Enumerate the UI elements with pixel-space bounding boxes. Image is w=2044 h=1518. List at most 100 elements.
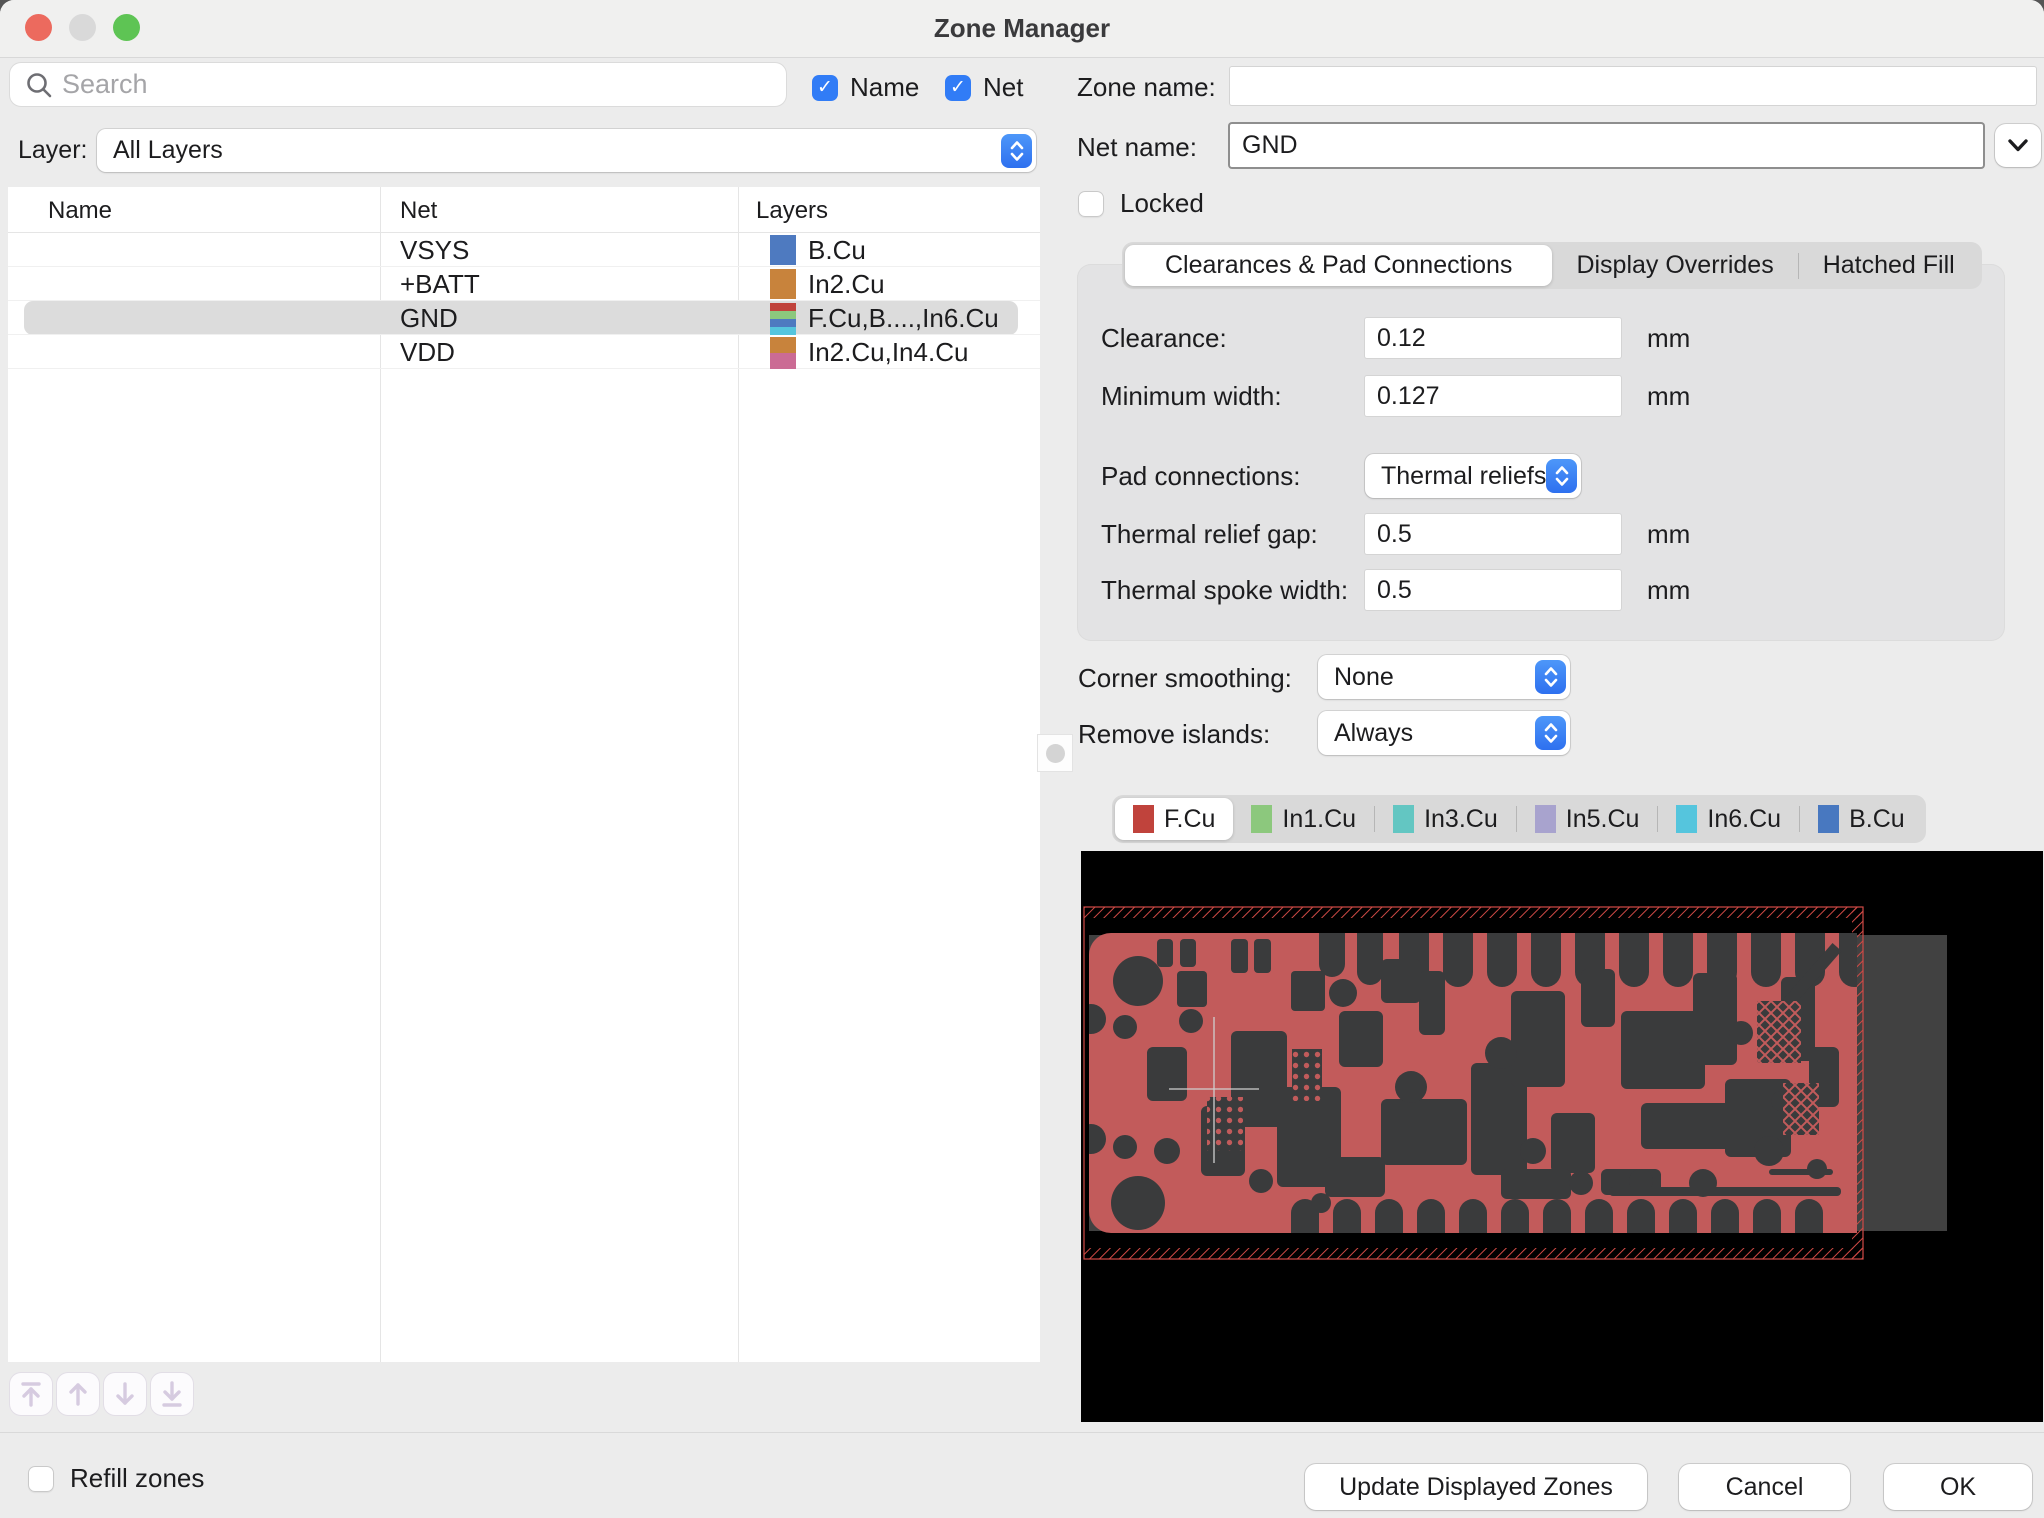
locked-checkbox[interactable] bbox=[1078, 191, 1104, 217]
reorder-toolbar bbox=[10, 1373, 193, 1415]
layer-color-swatch bbox=[770, 235, 796, 265]
stepper-icon bbox=[1535, 716, 1566, 750]
move-up-button[interactable] bbox=[57, 1373, 99, 1415]
layer-chip-in6-cu[interactable]: In6.Cu bbox=[1658, 798, 1799, 840]
zone-list-table: Name Net Layers VSYS B.Cu +BATT In2.CuGNDF.… bbox=[8, 187, 1040, 1362]
search-icon bbox=[24, 70, 54, 100]
thermal-spoke-width-input[interactable] bbox=[1365, 570, 1621, 610]
table-row[interactable]: GNDF.Cu,B....,In6.Cu bbox=[8, 301, 1040, 335]
stepper-icon bbox=[1001, 134, 1032, 168]
pcb-preview-canvas bbox=[1081, 851, 2043, 1422]
setting-row: Thermal spoke width: mm bbox=[1077, 568, 2005, 612]
unit-label: mm bbox=[1647, 575, 1690, 606]
layers-cell: In2.Cu,In4.Cu bbox=[808, 337, 968, 368]
corner-smoothing-dropdown[interactable]: None bbox=[1318, 655, 1570, 699]
chevron-down-icon bbox=[2006, 138, 2030, 154]
thermal-relief-gap-input[interactable] bbox=[1365, 514, 1621, 554]
column-header-layers[interactable]: Layers bbox=[756, 197, 828, 225]
net-name-input[interactable] bbox=[1230, 124, 1983, 167]
tab-clearances-pad-connections[interactable]: Clearances & Pad Connections bbox=[1125, 245, 1552, 286]
layer-color-swatch bbox=[1133, 805, 1154, 833]
column-header-net[interactable]: Net bbox=[400, 197, 437, 225]
layer-chip-f-cu[interactable]: F.Cu bbox=[1115, 798, 1233, 840]
unit-label: mm bbox=[1647, 323, 1690, 354]
setting-row: Pad connections: Thermal reliefs bbox=[1077, 454, 2005, 498]
pad-connections-label: Pad connections: bbox=[1101, 461, 1300, 492]
move-to-top-button[interactable] bbox=[10, 1373, 52, 1415]
name-filter-checkbox[interactable]: ✓ bbox=[812, 75, 838, 101]
tab-display-overrides[interactable]: Display Overrides bbox=[1552, 245, 1797, 286]
layer-chip-in1-cu[interactable]: In1.Cu bbox=[1233, 798, 1374, 840]
zone-name-label: Zone name: bbox=[1077, 72, 1216, 103]
pad-connections-dropdown[interactable]: Thermal reliefs bbox=[1365, 454, 1581, 498]
corner-smoothing-label: Corner smoothing: bbox=[1078, 663, 1292, 694]
remove-islands-label: Remove islands: bbox=[1078, 719, 1270, 750]
layer-chip-b-cu[interactable]: B.Cu bbox=[1800, 798, 1923, 840]
minimum-width-input[interactable] bbox=[1365, 376, 1621, 416]
corner-smoothing-value: None bbox=[1318, 663, 1535, 692]
move-down-button[interactable] bbox=[104, 1373, 146, 1415]
layer-filter-value: All Layers bbox=[97, 136, 1001, 165]
table-header: Name Net Layers bbox=[8, 187, 1040, 233]
name-filter-label: Name bbox=[850, 72, 919, 103]
net-cell: +BATT bbox=[400, 269, 480, 300]
move-to-bottom-button[interactable] bbox=[151, 1373, 193, 1415]
clearances-panel: Clearance: mm Minimum width: mm Pad connecti… bbox=[1077, 264, 2005, 641]
stepper-icon bbox=[1535, 660, 1566, 694]
setting-row: Thermal relief gap:mm bbox=[1077, 512, 2005, 556]
layer-color-swatch bbox=[1676, 805, 1697, 833]
locked-label: Locked bbox=[1120, 188, 1204, 219]
tab-hatched-fill[interactable]: Hatched Fill bbox=[1799, 245, 1979, 286]
clearance-label: Clearance: bbox=[1101, 323, 1227, 354]
layers-cell: F.Cu,B....,In6.Cu bbox=[808, 303, 999, 334]
layer-color-swatch bbox=[770, 303, 796, 335]
unit-label: mm bbox=[1647, 381, 1690, 412]
zone-manager-dialog: Zone Manager Search ✓ Name ✓ Net Layer: … bbox=[0, 0, 2044, 1518]
layer-chip-label: In3.Cu bbox=[1424, 805, 1498, 834]
layer-color-swatch bbox=[770, 269, 796, 299]
layers-cell: In2.Cu bbox=[808, 269, 885, 300]
layer-chip-label: In6.Cu bbox=[1707, 805, 1781, 834]
stepper-icon bbox=[1546, 459, 1577, 493]
properties-tab-bar: Clearances & Pad ConnectionsDisplay Over… bbox=[1122, 242, 1982, 289]
title-bar: Zone Manager bbox=[0, 0, 2044, 58]
net-name-label: Net name: bbox=[1077, 132, 1197, 163]
clearance-input[interactable] bbox=[1365, 318, 1621, 358]
minimum-width-label: Minimum width: bbox=[1101, 381, 1282, 412]
net-name-dropdown-button[interactable] bbox=[1995, 124, 2041, 167]
net-cell: VSYS bbox=[400, 235, 469, 266]
table-row[interactable]: +BATT In2.Cu bbox=[8, 267, 1040, 301]
splitter-dot-icon bbox=[1046, 744, 1065, 763]
remove-islands-dropdown[interactable]: Always bbox=[1318, 711, 1570, 755]
layer-chip-in3-cu[interactable]: In3.Cu bbox=[1375, 798, 1516, 840]
refill-zones-checkbox[interactable] bbox=[28, 1466, 54, 1492]
net-filter-checkbox[interactable]: ✓ bbox=[945, 75, 971, 101]
layer-chip-label: B.Cu bbox=[1849, 805, 1905, 834]
setting-row: Clearance: mm bbox=[1077, 316, 2005, 360]
layers-cell: B.Cu bbox=[808, 235, 866, 266]
search-input[interactable]: Search bbox=[10, 63, 786, 106]
update-displayed-zones-button[interactable]: Update Displayed Zones bbox=[1305, 1464, 1647, 1510]
layer-color-swatch bbox=[770, 337, 796, 369]
column-header-name[interactable]: Name bbox=[48, 197, 112, 225]
layer-chip-label: In5.Cu bbox=[1566, 805, 1640, 834]
thermal-spoke-width-label: Thermal spoke width: bbox=[1101, 575, 1348, 606]
layer-color-swatch bbox=[1393, 805, 1414, 833]
row-divider bbox=[8, 368, 1040, 369]
table-row[interactable]: VDD In2.Cu,In4.Cu bbox=[8, 335, 1040, 369]
page-title: Zone Manager bbox=[0, 0, 2044, 57]
layer-filter-dropdown[interactable]: All Layers bbox=[97, 129, 1036, 172]
layer-chip-label: In1.Cu bbox=[1282, 805, 1356, 834]
pane-splitter-handle[interactable] bbox=[1038, 735, 1072, 771]
table-row[interactable]: VSYS B.Cu bbox=[8, 233, 1040, 267]
cancel-button[interactable]: Cancel bbox=[1679, 1464, 1850, 1510]
layer-filter-label: Layer: bbox=[18, 136, 87, 165]
ok-button[interactable]: OK bbox=[1884, 1464, 2032, 1510]
net-cell: VDD bbox=[400, 337, 455, 368]
setting-row: Minimum width: mm bbox=[1077, 374, 2005, 418]
search-placeholder: Search bbox=[62, 69, 148, 100]
layer-chip-in5-cu[interactable]: In5.Cu bbox=[1517, 798, 1658, 840]
zone-name-input[interactable] bbox=[1230, 67, 2036, 105]
layer-color-swatch bbox=[1251, 805, 1272, 833]
layer-chip-label: F.Cu bbox=[1164, 805, 1215, 834]
